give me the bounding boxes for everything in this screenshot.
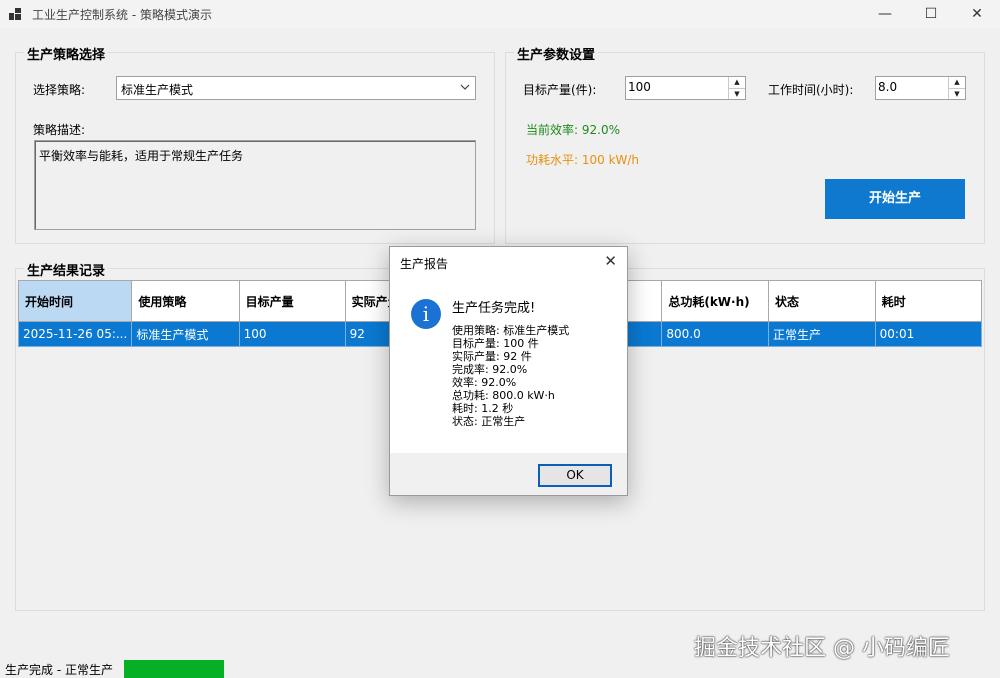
ok-button[interactable]: OK: [538, 464, 612, 487]
report-line: 完成率: 92.0%: [452, 363, 528, 376]
strategy-select[interactable]: 标准生产模式: [116, 76, 476, 100]
dialog-report-lines: 使用策略: 标准生产模式 目标产量: 100 件 实际产量: 92 件 完成率:…: [452, 324, 569, 428]
strategy-group: 生产策略选择 选择策略: 标准生产模式 策略描述: 平衡效率与能耗，适用于常规生…: [15, 44, 495, 244]
info-icon: i: [411, 299, 441, 329]
strategy-select-value: 标准生产模式: [121, 83, 194, 97]
target-stepper-buttons[interactable]: ▲ ▼: [728, 77, 745, 99]
caret-down-icon[interactable]: ▼: [949, 88, 965, 100]
column-header[interactable]: 状态: [768, 280, 876, 322]
caret-up-icon[interactable]: ▲: [729, 77, 745, 88]
table-cell[interactable]: 2025-11-26 05:...: [17, 321, 133, 347]
hours-label: 工作时间(小时):: [768, 83, 854, 97]
status-text: 生产完成 - 正常生产: [5, 663, 113, 677]
progress-fill: [124, 660, 224, 678]
watermark: 掘金技术社区 @ 小码编匠: [694, 636, 950, 661]
column-header[interactable]: 开始时间: [17, 280, 133, 322]
report-line: 状态: 正常生产: [452, 415, 526, 428]
chevron-down-icon: [460, 84, 470, 90]
target-label: 目标产量(件):: [523, 83, 597, 97]
efficiency-text: 当前效率: 92.0%: [526, 123, 620, 137]
caret-down-icon[interactable]: ▼: [729, 88, 745, 100]
close-button[interactable]: ✕: [954, 0, 1000, 28]
table-cell[interactable]: 标准生产模式: [131, 321, 240, 347]
work-hours-stepper[interactable]: 8.0 ▲ ▼: [875, 76, 966, 100]
minimize-button[interactable]: —: [862, 0, 908, 28]
strategy-group-title: 生产策略选择: [24, 44, 109, 63]
dialog-heading: 生产任务完成!: [452, 301, 536, 316]
results-group-title: 生产结果记录: [24, 260, 109, 279]
window-title: 工业生产控制系统 - 策略模式演示: [32, 8, 212, 22]
params-group-title: 生产参数设置: [514, 44, 599, 63]
report-line: 总功耗: 800.0 kW·h: [452, 389, 555, 402]
strategy-description-box[interactable]: 平衡效率与能耗，适用于常规生产任务: [34, 140, 476, 230]
strategy-select-label: 选择策略:: [33, 83, 86, 97]
table-cell[interactable]: 正常生产: [768, 321, 876, 347]
target-quantity-value: 100: [628, 80, 651, 94]
report-line: 耗时: 1.2 秒: [452, 402, 514, 415]
maximize-button[interactable]: ☐: [908, 0, 954, 28]
app-icon: [9, 8, 21, 20]
target-quantity-stepper[interactable]: 100 ▲ ▼: [625, 76, 746, 100]
hours-stepper-buttons[interactable]: ▲ ▼: [948, 77, 965, 99]
power-text: 功耗水平: 100 kW/h: [526, 153, 640, 167]
column-header[interactable]: 总功耗(kW·h): [661, 280, 770, 322]
dialog-footer: OK: [390, 453, 627, 495]
report-line: 效率: 92.0%: [452, 376, 517, 389]
strategy-description-text: 平衡效率与能耗，适用于常规生产任务: [39, 149, 244, 163]
params-group: 生产参数设置 目标产量(件): 100 ▲ ▼ 工作时间(小时): 8.0 ▲ ▼ …: [505, 44, 985, 244]
column-header[interactable]: 耗时: [874, 280, 983, 322]
table-cell[interactable]: 800.0: [661, 321, 770, 347]
report-line: 使用策略: 标准生产模式: [452, 324, 570, 337]
title-bar: 工业生产控制系统 - 策略模式演示 — ☐ ✕: [0, 0, 1000, 28]
start-production-button[interactable]: 开始生产: [825, 179, 965, 219]
caret-up-icon[interactable]: ▲: [949, 77, 965, 88]
work-hours-value: 8.0: [878, 80, 898, 94]
dialog-title: 生产报告: [400, 257, 449, 271]
table-cell[interactable]: 100: [238, 321, 346, 347]
production-report-dialog: 生产报告 ✕ i 生产任务完成! 使用策略: 标准生产模式 目标产量: 100 …: [389, 246, 628, 496]
progress-bar: [124, 660, 224, 678]
dialog-close-button[interactable]: ✕: [604, 252, 617, 270]
report-line: 实际产量: 92 件: [452, 350, 532, 363]
column-header[interactable]: 目标产量: [238, 280, 346, 322]
column-header[interactable]: 使用策略: [131, 280, 240, 322]
strategy-desc-label: 策略描述:: [33, 123, 86, 137]
report-line: 目标产量: 100 件: [452, 337, 539, 350]
table-cell[interactable]: 00:01: [874, 321, 983, 347]
